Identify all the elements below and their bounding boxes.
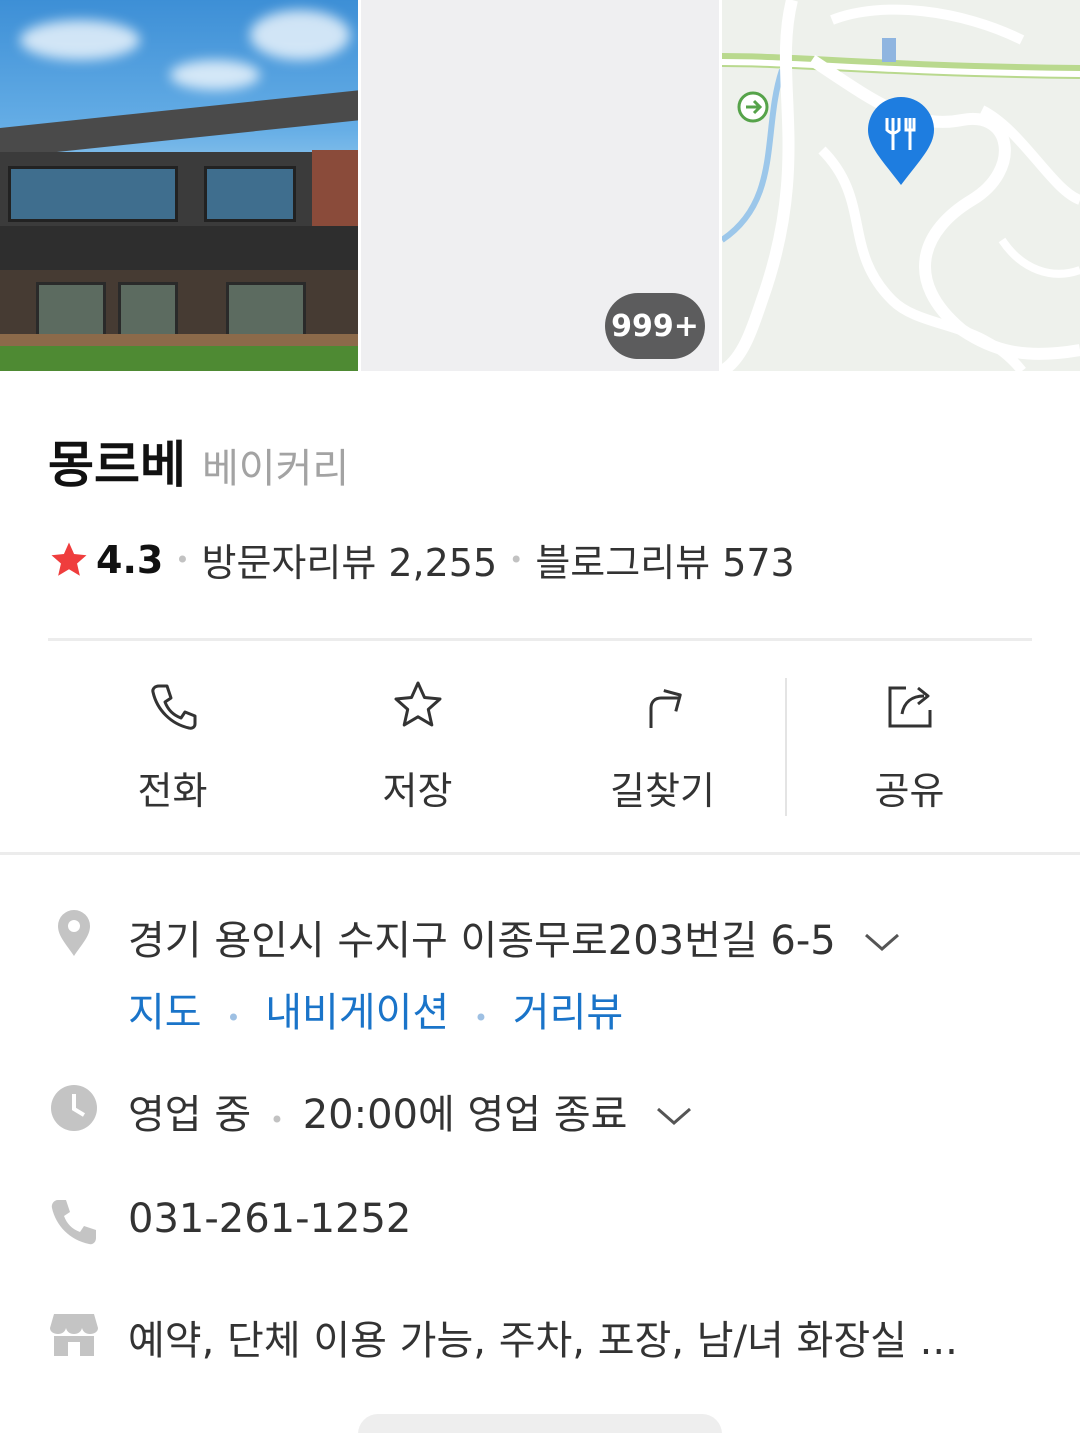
navigation-link[interactable]: 내비게이션	[265, 990, 449, 1036]
more-photos-tile[interactable]: 999+	[361, 0, 719, 371]
place-name: 몽르베	[48, 436, 186, 494]
chevron-down-icon[interactable]	[862, 931, 902, 955]
rating-value: 4.3	[96, 537, 164, 582]
address-links: 지도 • 내비게이션 • 거리뷰	[128, 980, 902, 1038]
photo-count-badge: 999+	[605, 293, 705, 359]
save-button[interactable]: 저장	[295, 660, 540, 830]
directions-label: 길찾기	[610, 769, 715, 813]
rating-row: 4.3 • 방문자리뷰 2,255 • 블로그리뷰 573	[48, 532, 795, 587]
mini-map[interactable]	[722, 0, 1080, 371]
hours-detail: 20:00에 영업 종료	[302, 1092, 628, 1138]
phone-row[interactable]: 031-261-1252	[48, 1196, 411, 1248]
call-label: 전화	[137, 769, 208, 813]
chevron-down-icon[interactable]	[654, 1105, 694, 1129]
store-icon	[50, 1314, 98, 1356]
hours-status: 영업 중	[128, 1092, 252, 1138]
title-row: 몽르베 베이커리	[48, 425, 349, 497]
hours-row[interactable]: 영업 중 • 20:00에 영업 종료	[48, 1082, 694, 1140]
map-link[interactable]: 지도	[128, 990, 202, 1036]
photo-gallery: 999+	[0, 0, 1080, 371]
amenities-text: 예약, 단체 이용 가능, 주차, 포장, 남/녀 화장실 ...	[128, 1318, 958, 1364]
separator-dot: •	[269, 1106, 284, 1134]
visitor-reviews-link[interactable]: 방문자리뷰 2,255	[201, 532, 497, 587]
phone-icon	[150, 684, 196, 730]
storefront-photo[interactable]	[0, 0, 358, 371]
separator-dot: •	[175, 545, 190, 574]
divider	[48, 638, 1032, 641]
save-label: 저장	[382, 769, 453, 813]
clock-icon	[51, 1085, 97, 1131]
phone-filled-icon	[51, 1200, 96, 1245]
star-outline-icon	[394, 681, 441, 727]
location-pin-icon	[58, 910, 90, 956]
separator-dot: •	[509, 545, 524, 574]
map-roads-graphic	[722, 0, 1080, 371]
amenities-row[interactable]: 예약, 단체 이용 가능, 주차, 포장, 남/녀 화장실 ...	[48, 1308, 958, 1366]
address-text: 경기 용인시 수지구 이종무로203번길 6-5	[128, 918, 836, 964]
call-button[interactable]: 전화	[50, 660, 295, 830]
divider	[0, 852, 1080, 855]
separator-dot: •	[226, 1004, 241, 1032]
directions-icon	[649, 689, 682, 728]
bottom-sheet-button[interactable]	[358, 1414, 722, 1433]
separator-dot: •	[473, 1004, 489, 1032]
phone-number[interactable]: 031-261-1252	[128, 1196, 411, 1242]
share-label: 공유	[874, 769, 945, 813]
share-icon	[888, 686, 931, 728]
rating-star-icon	[51, 542, 87, 576]
share-button[interactable]: 공유	[787, 660, 1032, 830]
address-row[interactable]: 경기 용인시 수지구 이종무로203번길 6-5 지도 • 내비게이션 • 거리…	[48, 908, 902, 1038]
directions-button[interactable]: 길찾기	[540, 660, 785, 830]
street-view-link[interactable]: 거리뷰	[513, 990, 623, 1036]
action-bar: 전화 저장 길찾기 공유	[0, 660, 1080, 830]
place-category: 베이커리	[202, 446, 350, 492]
blog-reviews-link[interactable]: 블로그리뷰 573	[535, 532, 794, 587]
